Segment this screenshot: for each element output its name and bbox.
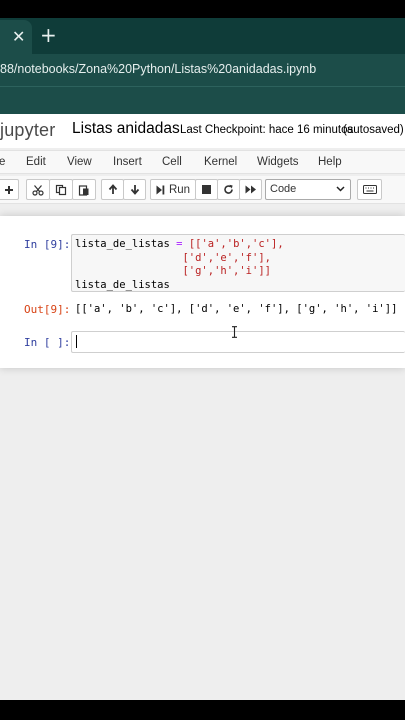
ibeam-cursor-icon [232,326,237,338]
cut-cell-button[interactable] [26,179,50,200]
new-tab-icon[interactable]: + [40,24,57,46]
code-cell-input[interactable]: lista_de_listas = [['a','b','c'], ['d','… [71,234,405,292]
menu-widgets[interactable]: Widgets [257,156,299,168]
keyboard-icon [362,185,377,194]
interrupt-kernel-button[interactable] [195,179,218,200]
run-button[interactable]: Run [150,179,196,200]
close-tab-icon[interactable]: ✕ [12,28,25,46]
plus-icon [4,185,13,194]
bookmarks-bar [0,86,405,114]
cell-output: [['a', 'b', 'c'], ['d', 'e', 'f'], ['g',… [75,303,398,315]
checkpoint-status: Last Checkpoint: hace 16 minutos [180,124,354,136]
code-line: ['d','e','f'], [182,251,271,264]
notebook-title[interactable]: Listas anidadas [72,120,180,138]
copy-cell-button[interactable] [49,179,73,200]
browser-tab[interactable]: ✕ [0,20,32,54]
stop-icon [202,185,211,194]
move-up-button[interactable] [101,179,124,200]
menu-help[interactable]: Help [318,156,342,168]
cell-type-value: Code [270,183,297,195]
jupyter-logo[interactable]: jupyter [0,120,55,141]
menu-view[interactable]: View [67,156,92,168]
video-frame-top [0,0,405,18]
text-caret [76,335,77,348]
arrow-up-icon [108,184,117,194]
output-prompt: Out[9]: [24,303,71,316]
notebook-header: jupyter Listas anidadas Last Checkpoint:… [0,114,405,148]
menu-kernel[interactable]: Kernel [204,156,237,168]
jupyter-page: jupyter Listas anidadas Last Checkpoint:… [0,114,405,700]
notebook-container: In [9]: lista_de_listas = [['a','b','c']… [0,216,405,368]
step-forward-icon [156,185,165,194]
video-frame-bottom [0,700,405,720]
move-down-button[interactable] [123,179,146,200]
paste-cell-button[interactable] [72,179,96,200]
command-palette-button[interactable] [357,179,382,200]
browser-tab-bar: ✕ + [0,18,405,54]
run-label: Run [168,183,191,196]
menu-file[interactable]: e [0,156,5,168]
restart-kernel-button[interactable] [217,179,240,200]
notebook-toolbar: Run Code [0,176,405,204]
restart-run-all-button[interactable] [239,179,262,200]
fast-forward-icon [245,185,256,194]
input-prompt: In [ ]: [24,336,71,349]
chevron-down-icon [336,186,345,192]
autosave-status: (autosaved) [343,124,404,136]
code-line: lista_de_listas = [['a','b','c'], [75,238,284,250]
code-cell-input-empty[interactable] [71,331,405,353]
restart-icon [224,184,233,194]
notebook-gap [0,204,405,216]
paste-icon [78,184,89,196]
menu-edit[interactable]: Edit [26,156,46,168]
copy-icon [55,184,67,195]
scissors-icon [32,184,44,196]
url-text[interactable]: 88/notebooks/Zona%20Python/Listas%20anid… [0,62,316,76]
code-line: lista_de_listas [75,278,170,291]
menu-cell[interactable]: Cell [162,156,182,168]
address-bar[interactable]: 88/notebooks/Zona%20Python/Listas%20anid… [0,54,405,86]
menu-insert[interactable]: Insert [113,156,142,168]
arrow-down-icon [130,185,139,195]
cell-type-select[interactable]: Code [265,179,351,200]
code-line: ['g','h','i']] [182,265,271,277]
input-prompt: In [9]: [24,238,71,251]
menu-bar: e Edit View Insert Cell Kernel Widgets H… [0,150,405,174]
insert-cell-button[interactable] [0,179,19,200]
